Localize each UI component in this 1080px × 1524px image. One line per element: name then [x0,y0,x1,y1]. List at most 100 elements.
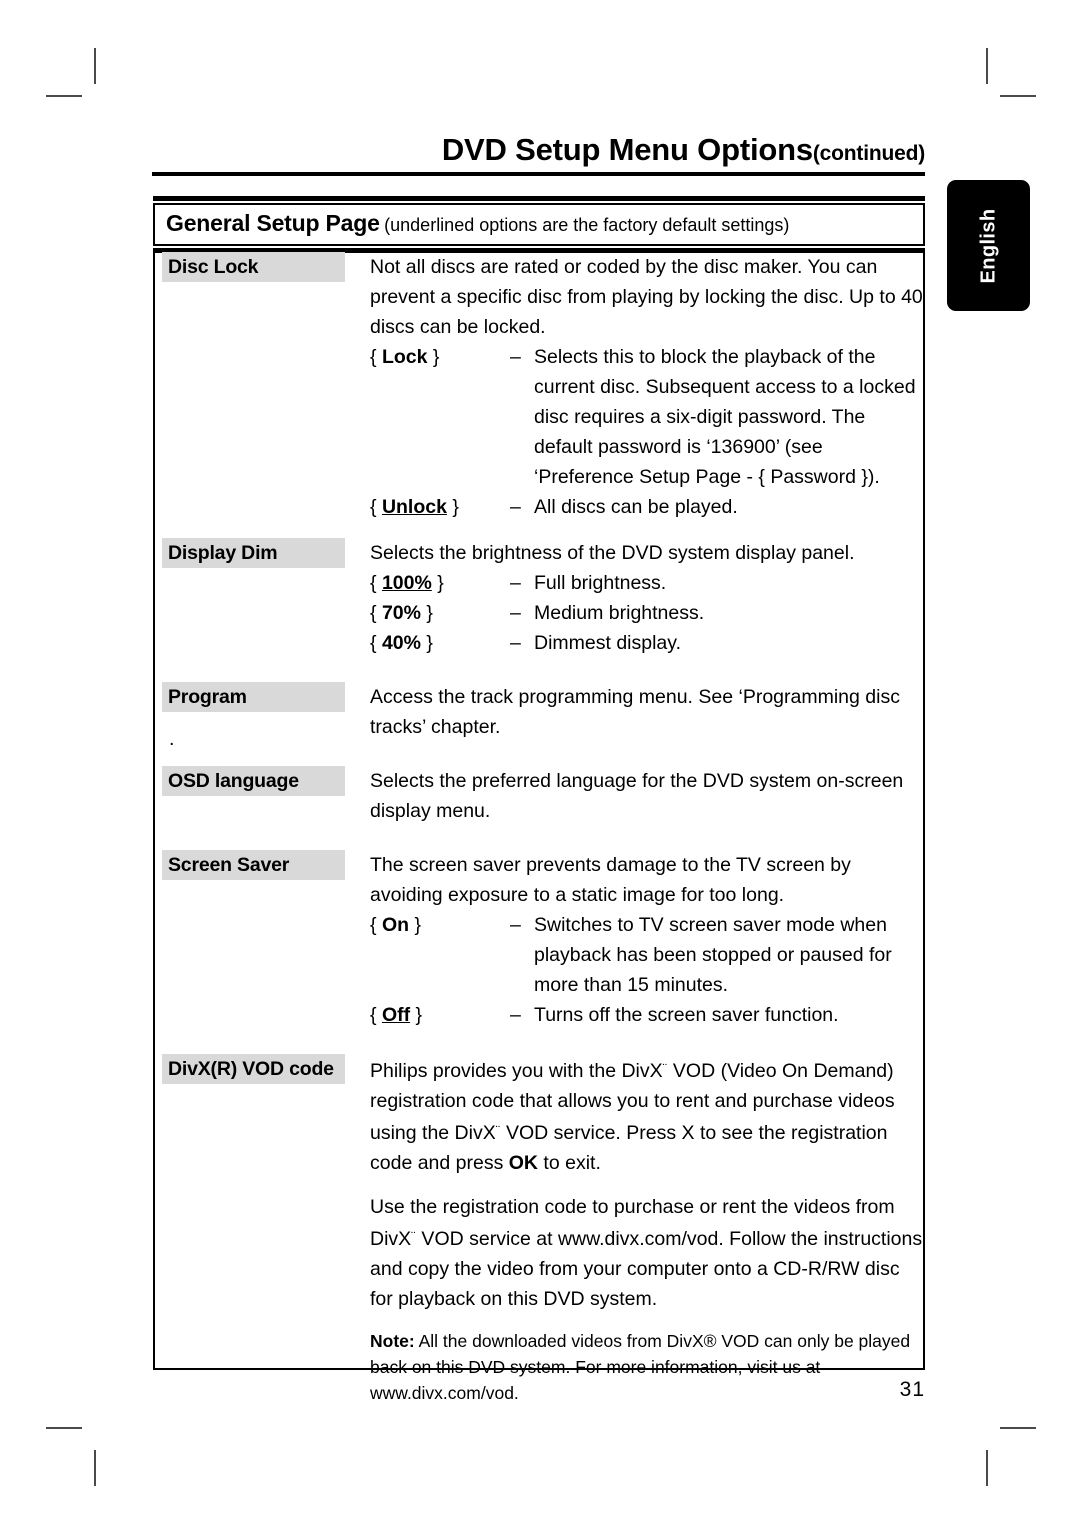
setting-name-osd-language: OSD language [162,766,345,796]
option-label-40: 40% [381,632,421,654]
row-label-program: Program [162,682,345,712]
general-setup-page-banner: General Setup Page (underlined options a… [153,196,925,253]
table-row-disc-lock: Disc Lock Not all discs are rated or cod… [155,252,923,522]
page-number: 31 [899,1378,925,1401]
row-spacer [155,658,923,682]
page-title-main: DVD Setup Menu Options [441,132,813,167]
stray-period: . [169,728,175,750]
page-title: DVD Setup Menu Options(continued) [155,132,925,168]
option-desc-lock: Selects this to block the playback of th… [534,346,916,488]
option-dash: – [510,602,521,624]
brace-close: } [426,632,433,654]
screen-saver-intro: The screen saver prevents damage to the … [370,854,851,906]
table-row-osd-language: OSD language Selects the preferred langu… [155,766,923,826]
display-dim-intro: Selects the brightness of the DVD system… [370,542,855,564]
table-row-divx-vod-code: DivX(R) VOD code Philips provides you wi… [155,1054,923,1406]
crop-mark-top-left-horizontal [46,95,82,97]
brace-close: } [415,1004,423,1026]
brace-close: } [452,496,459,518]
option-key-100: { 100% } [370,568,510,598]
divx-para1-part-d: to exit. [538,1152,601,1174]
table-row-display-dim: Display Dim Selects the brightness of th… [155,538,923,658]
setting-name-screen-saver: Screen Saver [162,850,345,880]
divx-paragraph-1: Philips provides you with the DivX¨ VOD … [370,1054,923,1178]
option-desc-unlock: All discs can be played. [534,496,738,518]
option-dash: – [510,496,521,518]
option-off: { Off } – Turns off the screen saver fun… [370,1000,923,1030]
setting-name-program: Program [162,682,345,712]
row-spacer [155,1030,923,1054]
brace-open: { [370,602,377,624]
brace-close: } [426,602,433,624]
option-on: { On } – Switches to TV screen saver mod… [370,910,923,1000]
language-tab-english: English [947,180,1030,311]
table-row-screen-saver: Screen Saver The screen saver prevents d… [155,850,923,1030]
option-100: { 100% } – Full brightness. [370,568,923,598]
settings-table: Disc Lock Not all discs are rated or cod… [155,252,923,1406]
brace-open: { [370,572,377,594]
row-label-divx-vod-code: DivX(R) VOD code [162,1054,345,1084]
option-key-lock: { Lock } [370,342,510,372]
language-tab-label: English [977,207,999,284]
page-title-continued: (continued) [812,142,925,165]
option-desc-on: Switches to TV screen saver mode when pl… [534,914,892,996]
crop-mark-bottom-left-horizontal [46,1427,82,1429]
option-dash: – [510,572,521,594]
option-dash: – [510,914,521,936]
row-spacer [155,826,923,850]
brace-open: { [370,632,377,654]
brace-open: { [370,1004,377,1026]
brace-close: } [432,346,440,368]
banner-title: General Setup Page [166,210,380,236]
row-body-screen-saver: The screen saver prevents damage to the … [345,850,923,1030]
ok-button-reference: OK [508,1152,539,1174]
option-lock: { Lock } – Selects this to block the pla… [370,342,923,492]
row-body-osd-language: Selects the preferred language for the D… [345,766,923,826]
row-body-program: Access the track programming menu. See ‘… [345,682,923,742]
banner-subtitle: (underlined options are the factory defa… [384,215,790,235]
option-label-lock: Lock [381,346,428,368]
option-desc-70: Medium brightness. [534,602,705,624]
option-70: { 70% } – Medium brightness. [370,598,923,628]
note-label: Note: [370,1331,415,1351]
crop-mark-bottom-left-vertical [94,1450,96,1486]
crop-mark-top-left-vertical [94,48,96,84]
brace-open: { [370,346,377,368]
crop-mark-bottom-right-horizontal [1000,1427,1036,1429]
option-dash: – [510,1004,521,1026]
crop-mark-top-right-horizontal [1000,95,1036,97]
brace-close: } [414,914,421,936]
option-dash: – [510,346,521,368]
divx-para2-part-b: VOD service at www.divx.com/vod. Follow … [370,1228,923,1310]
option-key-unlock: { Unlock } [370,492,510,522]
program-intro: Access the track programming menu. See ‘… [370,686,900,738]
option-label-off: Off [381,1004,411,1026]
option-key-off: { Off } [370,1000,510,1030]
divx-para1-part-a: Philips provides you with the DivX [370,1060,663,1082]
row-body-divx-vod-code: Philips provides you with the DivX¨ VOD … [345,1054,923,1406]
option-label-on: On [381,914,410,936]
table-row-program: Program Access the track programming men… [155,682,923,750]
brace-open: { [370,914,377,936]
row-spacer [155,742,923,766]
title-rule [152,172,925,176]
option-key-40: { 40% } [370,628,510,658]
brace-open: { [370,496,377,518]
setting-name-disc-lock: Disc Lock [162,252,345,282]
option-desc-40: Dimmest display. [534,632,682,654]
disc-lock-intro: Not all discs are rated or coded by the … [370,256,923,338]
row-label-disc-lock: Disc Lock [162,252,345,282]
row-body-display-dim: Selects the brightness of the DVD system… [345,538,923,658]
row-label-display-dim: Display Dim [162,538,345,568]
divx-paragraph-2: Use the registration code to purchase or… [370,1192,923,1314]
brace-close: } [437,572,444,594]
row-label-osd-language: OSD language [162,766,345,796]
option-unlock: { Unlock } – All discs can be played. [370,492,923,522]
option-desc-off: Turns off the screen saver function. [534,1004,839,1026]
osd-language-intro: Selects the preferred language for the D… [370,770,904,822]
option-label-100: 100% [381,572,432,594]
option-label-unlock: Unlock [381,496,447,518]
option-40: { 40% } – Dimmest display. [370,628,923,658]
setting-name-display-dim: Display Dim [162,538,345,568]
